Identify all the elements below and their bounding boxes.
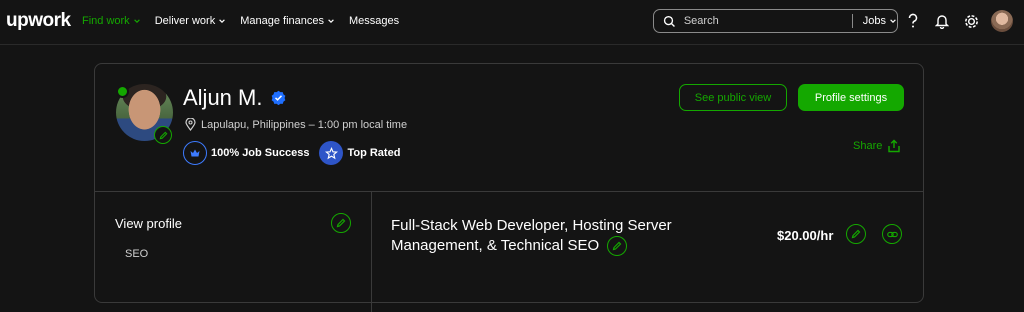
job-success-badge: 100% Job Success xyxy=(183,141,309,165)
help-icon[interactable] xyxy=(904,12,922,30)
profile-settings-button[interactable]: Profile settings xyxy=(798,84,904,111)
share-icon xyxy=(888,139,901,153)
location-text: Lapulapu, Philippines – 1:00 pm local ti… xyxy=(201,118,408,131)
nav-messages-label: Messages xyxy=(348,15,400,27)
pencil-icon xyxy=(612,241,622,251)
nav-find-work[interactable]: Find work xyxy=(82,15,141,27)
profile-location: Lapulapu, Philippines – 1:00 pm local ti… xyxy=(185,118,407,131)
share-label: Share xyxy=(853,140,883,152)
column-divider xyxy=(371,192,372,312)
chevron-down-icon xyxy=(890,19,896,24)
share-button[interactable]: Share xyxy=(853,139,901,153)
top-rated-label: Top Rated xyxy=(347,147,401,159)
search-input[interactable] xyxy=(681,14,844,28)
search-divider xyxy=(851,14,853,28)
profile-title: Full-Stack Web Developer, Hosting Server… xyxy=(391,216,711,256)
verified-badge-icon xyxy=(271,90,286,105)
nav-manage-finances-label: Manage finances xyxy=(240,15,324,27)
nav-find-work-label: Find work xyxy=(82,15,130,27)
profile-title-line-2: Management, & Technical SEO xyxy=(391,236,711,256)
search-icon[interactable] xyxy=(663,15,676,28)
job-success-icon xyxy=(183,141,207,165)
search-scope-label: Jobs xyxy=(862,15,886,27)
search-bar: Jobs xyxy=(653,9,898,33)
profile-badges: 100% Job Success Top Rated xyxy=(183,141,400,165)
settings-icon[interactable] xyxy=(962,12,980,30)
pencil-icon xyxy=(336,218,346,228)
nav-deliver-work[interactable]: Deliver work xyxy=(155,15,227,27)
see-public-view-button[interactable]: See public view xyxy=(679,84,787,111)
top-navigation-bar: upwork Find work Deliver work Manage fin… xyxy=(0,0,1024,45)
search-scope-dropdown[interactable]: Jobs xyxy=(863,15,897,27)
view-profile-heading: View profile xyxy=(115,216,182,231)
online-status-dot xyxy=(116,85,129,98)
chevron-down-icon xyxy=(328,19,334,24)
top-rated-icon xyxy=(319,141,344,165)
hourly-rate: $20.00/hr xyxy=(777,228,834,243)
specialized-profile-seo[interactable]: SEO xyxy=(125,248,148,260)
copy-link-button[interactable] xyxy=(882,224,902,244)
nav-deliver-work-label: Deliver work xyxy=(154,15,216,27)
edit-photo-button[interactable] xyxy=(154,126,172,144)
profile-title-line-1: Full-Stack Web Developer, Hosting Server xyxy=(391,217,672,234)
location-pin-icon xyxy=(185,118,196,131)
edit-view-profile-button[interactable] xyxy=(331,213,351,233)
top-rated-badge: Top Rated xyxy=(319,141,400,165)
pencil-icon xyxy=(159,131,167,139)
link-icon xyxy=(886,231,898,237)
notification-bell-icon[interactable] xyxy=(933,12,951,30)
nav-messages[interactable]: Messages xyxy=(349,15,399,27)
profile-card: Aljun M. Lapulapu, Philippines – 1:00 pm… xyxy=(94,63,924,312)
chevron-down-icon xyxy=(219,19,226,24)
edit-rate-button[interactable] xyxy=(846,224,866,244)
profile-name: Aljun M. xyxy=(183,85,263,110)
upwork-logo[interactable]: upwork xyxy=(6,10,71,32)
pencil-icon xyxy=(851,229,861,239)
main-nav: Find work Deliver work Manage finances M… xyxy=(82,15,399,27)
card-divider xyxy=(95,191,923,192)
edit-title-button[interactable] xyxy=(607,236,628,256)
profile-title-line-2-text: Management, & Technical SEO xyxy=(391,237,600,254)
user-avatar[interactable] xyxy=(991,10,1013,32)
nav-manage-finances[interactable]: Manage finances xyxy=(240,15,335,27)
chevron-down-icon xyxy=(133,19,140,24)
job-success-label: 100% Job Success xyxy=(211,147,310,159)
